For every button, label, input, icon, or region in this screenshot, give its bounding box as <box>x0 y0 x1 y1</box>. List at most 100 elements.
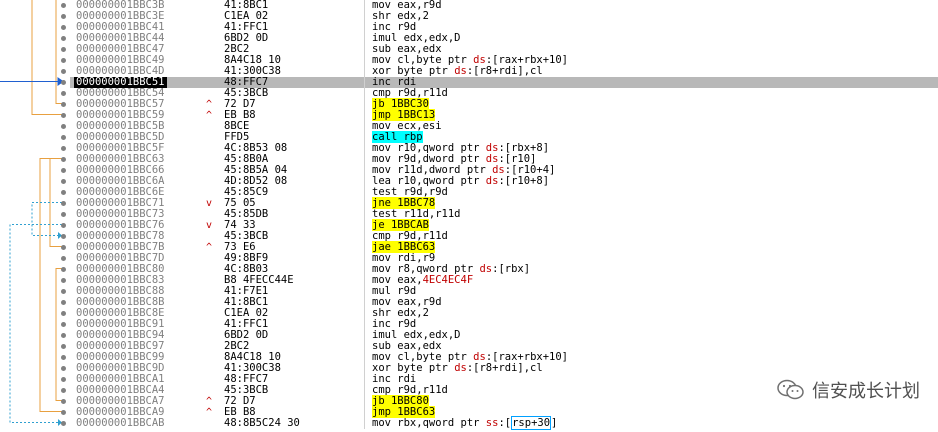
instruction-row[interactable]: 000000001BBC44 6BD2 0D imul edx,edx,D <box>70 33 938 44</box>
column-separator <box>364 55 365 66</box>
instruction-row[interactable]: 000000001BBC5B 8BCE mov ecx,esi <box>70 121 938 132</box>
breakpoint-dot[interactable] <box>61 344 66 349</box>
instruction-row[interactable]: 000000001BBC76 v 74 33 je 1BBCAB <box>70 219 938 231</box>
breakpoint-dot[interactable] <box>61 223 66 228</box>
column-separator <box>364 330 365 341</box>
instruction-row[interactable]: 000000001BBC57 ^ 72 D7 jb 1BBC30 <box>70 98 938 110</box>
instruction-row[interactable]: 000000001BBC80 4C:8B03 mov r8,qword ptr ds… <box>70 264 938 275</box>
breakpoint-dot[interactable] <box>61 245 66 250</box>
column-separator <box>364 66 365 77</box>
breakpoint-dot[interactable] <box>61 410 66 415</box>
instruction-row[interactable]: 000000001BBC94 6BD2 0D imul edx,edx,D <box>70 330 938 341</box>
instruction-token: ds <box>454 362 467 374</box>
breakpoint-dot[interactable] <box>61 3 66 8</box>
instruction-row[interactable]: 000000001BBC73 45:85DB test r11d,r11d <box>70 209 938 220</box>
column-separator <box>364 176 365 187</box>
instruction-row[interactable]: 000000001BBC78 45:3BCB cmp r9d,r11d <box>70 231 938 242</box>
breakpoint-dot[interactable] <box>61 135 66 140</box>
breakpoint-dot[interactable] <box>61 322 66 327</box>
instruction-row[interactable]: 000000001BBC54 45:3BCB cmp r9d,r11d <box>70 88 938 99</box>
instruction-token: rsp+30 <box>511 416 552 430</box>
breakpoint-dot[interactable] <box>61 157 66 162</box>
breakpoint-dot[interactable] <box>61 47 66 52</box>
instruction-token: :[r10+8] <box>498 175 550 187</box>
breakpoint-dot[interactable] <box>61 102 66 107</box>
breakpoint-dot[interactable] <box>61 146 66 151</box>
breakpoint-dot[interactable] <box>61 80 66 85</box>
breakpoint-dot[interactable] <box>61 212 66 217</box>
instruction-row[interactable]: 000000001BBC51 48:FFC7 inc rdi <box>70 77 938 88</box>
breakpoint-dot[interactable] <box>61 256 66 261</box>
column-separator <box>364 363 365 374</box>
instruction-token: :[ <box>498 417 512 429</box>
watermark-text: 信安成长计划 <box>812 381 920 402</box>
column-separator <box>364 99 365 110</box>
column-separator <box>364 209 365 220</box>
breakpoint-dot[interactable] <box>61 190 66 195</box>
breakpoint-dot[interactable] <box>61 300 66 305</box>
breakpoint-dot[interactable] <box>61 333 66 338</box>
jump-direction-icon: v <box>206 220 213 231</box>
instruction-row[interactable]: 000000001BBC4D 41:300C38 xor byte ptr ds:[… <box>70 66 938 77</box>
instruction-row[interactable]: 000000001BBC7B ^ 73 E6 jae 1BBC63 <box>70 241 938 253</box>
instruction-token: ] <box>551 417 558 429</box>
instruction-row[interactable]: 000000001BBCAB 48:8B5C24 30 mov rbx,qword … <box>70 416 938 430</box>
instruction-row[interactable]: 000000001BBC8B 41:8BC1 mov eax,r9d <box>70 297 938 308</box>
breakpoint-dot[interactable] <box>61 377 66 382</box>
breakpoint-dot[interactable] <box>61 58 66 63</box>
address-cell: 000000001BBCAB <box>76 417 165 429</box>
breakpoint-dot[interactable] <box>61 388 66 393</box>
breakpoint-dot[interactable] <box>61 14 66 19</box>
instruction-row[interactable]: 000000001BBC3E C1EA 02 shr edx,2 <box>70 11 938 22</box>
breakpoint-dot[interactable] <box>61 399 66 404</box>
breakpoint-dot[interactable] <box>61 278 66 283</box>
breakpoint-dot[interactable] <box>61 267 66 272</box>
breakpoint-dot[interactable] <box>61 36 66 41</box>
instruction-row[interactable]: 000000001BBC91 41:FFC1 inc r9d <box>70 319 938 330</box>
wechat-icon <box>777 379 804 400</box>
column-separator <box>364 121 365 132</box>
instruction-row[interactable]: 000000001BBC83 B8 4FECC44E mov eax,4EC4EC4… <box>70 275 938 286</box>
breakpoint-dot[interactable] <box>61 168 66 173</box>
jump-direction-icon: ^ <box>206 99 213 110</box>
breakpoint-dot[interactable] <box>61 113 66 118</box>
instruction-row[interactable]: 000000001BBC41 41:FFC1 inc r9d <box>70 22 938 33</box>
column-separator <box>364 0 365 11</box>
column-separator <box>364 418 365 429</box>
breakpoint-dot[interactable] <box>61 366 66 371</box>
breakpoint-dot[interactable] <box>61 69 66 74</box>
column-separator <box>364 308 365 319</box>
breakpoint-dot[interactable] <box>61 179 66 184</box>
column-separator <box>364 143 365 154</box>
instruction-row[interactable]: 000000001BBC88 41:F7E1 mul r9d <box>70 286 938 297</box>
watermark: 信安成长计划 <box>776 376 920 404</box>
breakpoint-dot[interactable] <box>61 234 66 239</box>
breakpoint-dot[interactable] <box>61 201 66 206</box>
column-separator <box>364 165 365 176</box>
instruction-row[interactable]: 000000001BBC3B 41:8BC1 mov eax,r9d <box>70 0 938 11</box>
instruction-row[interactable]: 000000001BBC8E C1EA 02 shr edx,2 <box>70 308 938 319</box>
disassembly-view[interactable]: 000000001BBC3B 41:8BC1 mov eax,r9d 00000000… <box>0 0 938 432</box>
column-separator <box>364 44 365 55</box>
instruction-row[interactable]: 000000001BBC71 v 75 05 jne 1BBC78 <box>70 197 938 209</box>
disassembly-cell: mov rbx,qword ptr ss:[rsp+30] <box>372 416 558 430</box>
column-separator <box>364 187 365 198</box>
instruction-row[interactable]: 000000001BBC59 ^ EB B8 jmp 1BBC13 <box>70 109 938 121</box>
breakpoint-dot[interactable] <box>61 355 66 360</box>
branch-line-jmp-1bbc63 <box>39 158 62 412</box>
breakpoint-dot[interactable] <box>61 25 66 30</box>
column-separator <box>364 77 365 88</box>
jump-direction-icon: ^ <box>206 242 213 253</box>
breakpoint-dot[interactable] <box>61 289 66 294</box>
instruction-row[interactable]: 000000001BBC9D 41:300C38 xor byte ptr ds:[… <box>70 363 938 374</box>
breakpoint-dot[interactable] <box>61 421 66 426</box>
instruction-row[interactable]: 000000001BBC6E 45:85C9 test r9d,r9d <box>70 187 938 198</box>
breakpoint-dot[interactable] <box>61 91 66 96</box>
jump-direction-icon: v <box>206 198 213 209</box>
breakpoint-dot[interactable] <box>61 311 66 316</box>
branch-line-je-1bbcab <box>9 224 62 423</box>
column-separator <box>364 297 365 308</box>
instruction-row[interactable]: 000000001BBC6A 4D:8D52 08 lea r10,qword pt… <box>70 176 938 187</box>
breakpoint-dot[interactable] <box>61 124 66 129</box>
column-separator <box>364 154 365 165</box>
